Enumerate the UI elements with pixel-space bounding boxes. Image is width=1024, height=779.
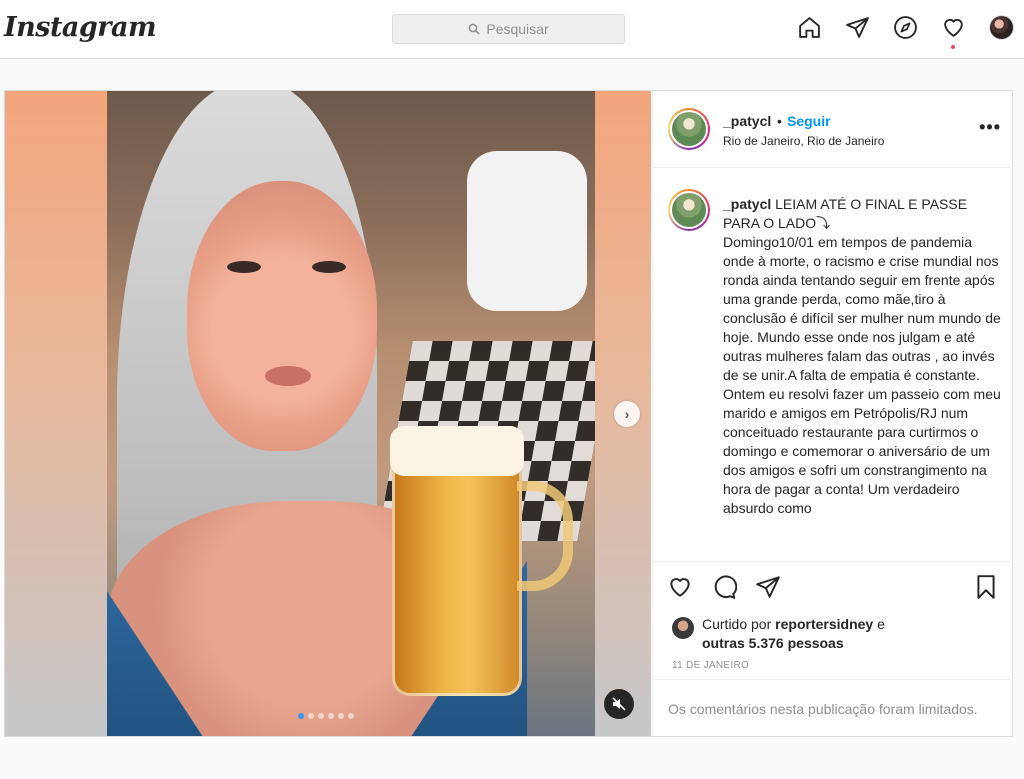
caption-text: _patycl LEIAM ATÉ O FINAL E PASSE PARA O… (723, 195, 1003, 518)
post-card: › _patycl • Seguir Rio de Janeiro, Rio d… (4, 90, 1013, 737)
liker-username[interactable]: reportersidney (775, 616, 873, 632)
carousel-dot (298, 713, 304, 719)
carousel-dot (338, 713, 344, 719)
search-placeholder: Pesquisar (486, 21, 549, 37)
carousel-dot (318, 713, 324, 719)
explore-icon[interactable] (893, 15, 918, 40)
share-icon[interactable] (755, 574, 781, 605)
activity-icon[interactable] (941, 15, 966, 49)
direct-icon[interactable] (845, 15, 870, 40)
top-nav: Instagram Pesquisar (0, 0, 1024, 59)
comment-icon[interactable] (711, 574, 738, 605)
mute-button[interactable] (604, 689, 634, 719)
post-location[interactable]: Rio de Janeiro, Rio de Janeiro (723, 134, 884, 148)
likes-summary: Curtido por reportersidney e outras 5.37… (672, 615, 885, 653)
post-header: _patycl • Seguir Rio de Janeiro, Rio de … (653, 91, 1013, 168)
liker-avatar[interactable] (672, 617, 694, 639)
instagram-logo[interactable]: Instagram (4, 12, 157, 43)
post-date[interactable]: 11 DE JANEIRO (672, 660, 749, 671)
carousel-next-button[interactable]: › (614, 401, 640, 427)
likes-prefix: Curtido por (702, 616, 772, 632)
carousel-dot (308, 713, 314, 719)
post-media[interactable]: › (5, 91, 651, 736)
header-separator: • (777, 113, 782, 129)
likes-others[interactable]: outras 5.376 pessoas (702, 635, 844, 651)
more-options-icon[interactable]: ••• (979, 117, 1001, 138)
home-icon[interactable] (797, 15, 822, 40)
carousel-dot (328, 713, 334, 719)
likes-connector: e (877, 616, 885, 632)
muted-speaker-icon (612, 697, 626, 711)
post-sidebar: _patycl • Seguir Rio de Janeiro, Rio de … (652, 91, 1013, 736)
save-icon[interactable] (973, 574, 999, 605)
carousel-dots (298, 713, 354, 719)
author-username[interactable]: _patycl (723, 113, 771, 129)
post-photo (107, 91, 595, 736)
carousel-dot (348, 713, 354, 719)
caption-section: _patycl LEIAM ATÉ O FINAL E PASSE PARA O… (653, 169, 1013, 559)
follow-button[interactable]: Seguir (787, 113, 831, 129)
search-icon (469, 23, 480, 35)
profile-avatar[interactable] (989, 15, 1014, 40)
comments-limited-notice: Os comentários nesta publicação foram li… (653, 679, 1013, 737)
author-avatar[interactable] (668, 108, 710, 150)
caption-username[interactable]: _patycl (723, 196, 771, 212)
caption-body: LEIAM ATÉ O FINAL E PASSE PARA O LADO⤵ D… (723, 196, 1001, 516)
like-icon[interactable] (667, 574, 693, 605)
caption-author-avatar[interactable] (668, 189, 710, 231)
activity-badge (951, 45, 955, 49)
post-actions: Curtido por reportersidney e outras 5.37… (653, 561, 1013, 736)
search-input[interactable]: Pesquisar (392, 14, 625, 44)
